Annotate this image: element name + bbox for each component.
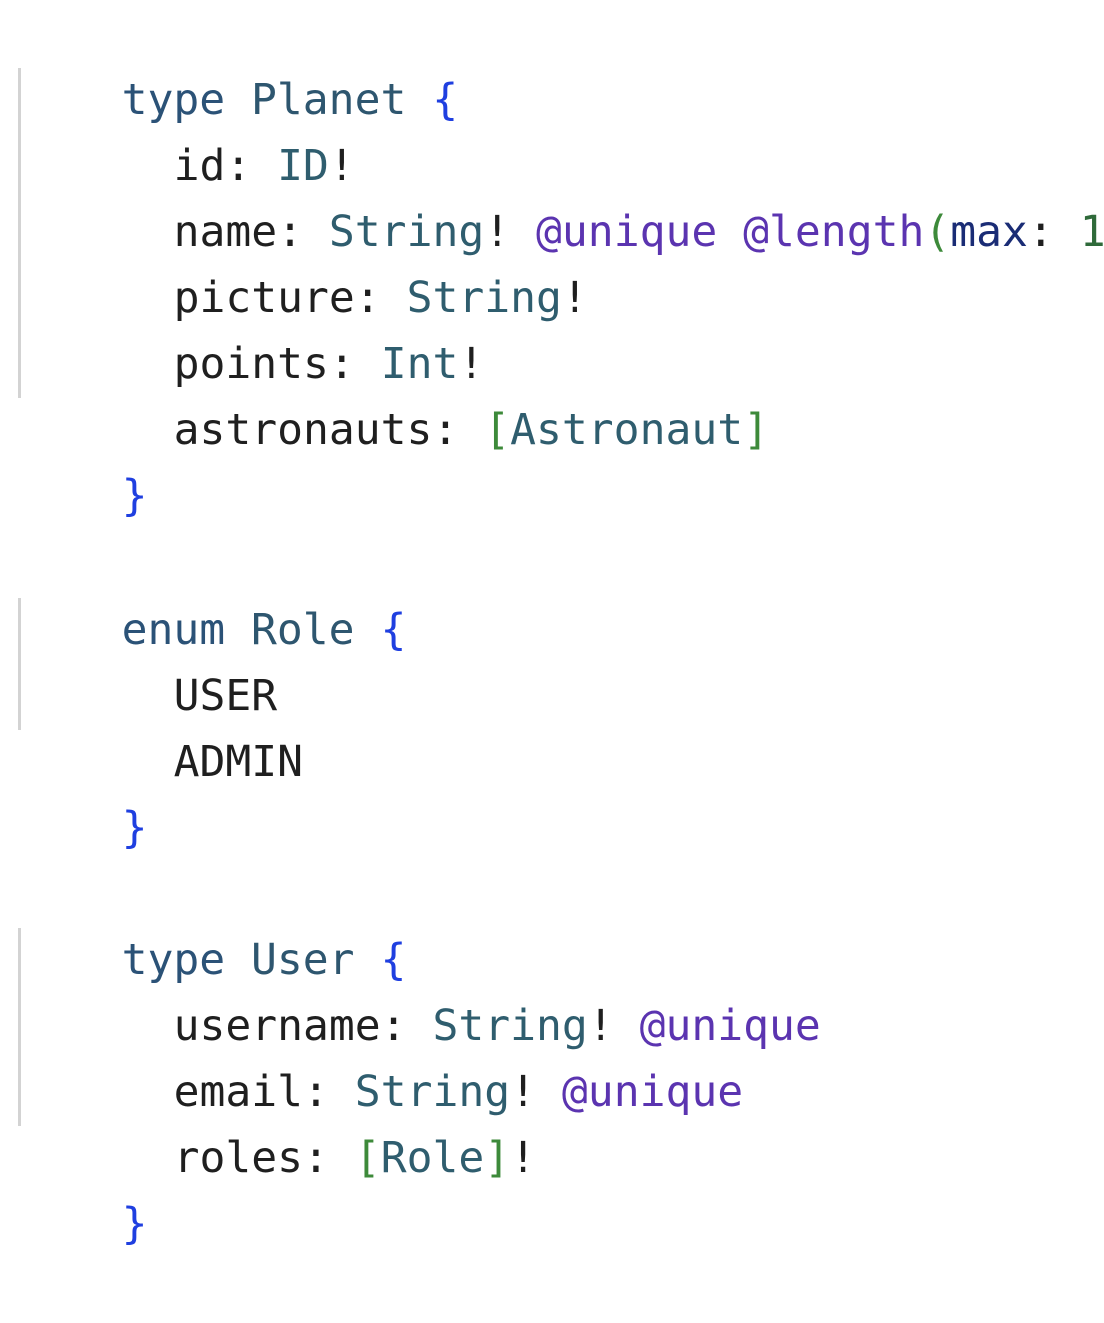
enum-value: ADMIN (173, 737, 304, 787)
list-bracket: [ (484, 405, 511, 455)
code-line: USER (70, 597, 278, 721)
field-type: Role (380, 1133, 485, 1183)
code-line: points: Int! (70, 265, 485, 389)
list-bracket: [ (354, 1133, 381, 1183)
code-line: email: String! @unique (70, 993, 744, 1117)
code-line: ADMIN (70, 663, 303, 787)
field-name: astronauts (173, 405, 433, 455)
code-line: name: String! @unique @length(max: 10) (70, 133, 1104, 257)
colon: : (432, 405, 459, 455)
code-line: type User { (18, 861, 407, 985)
close-brace: } (121, 1199, 148, 1249)
code-line: } (18, 729, 148, 853)
code-line: picture: String! (70, 199, 588, 323)
list-bracket: ] (484, 1133, 511, 1183)
close-brace: } (121, 471, 148, 521)
code-line: } (18, 397, 148, 521)
directive-arg: max (950, 207, 1028, 257)
field-type: Astronaut (510, 405, 744, 455)
list-bracket: ] (743, 405, 770, 455)
colon: : (303, 1133, 329, 1183)
colon: : (1027, 207, 1054, 257)
code-line: roles: [Role]! (70, 1059, 536, 1183)
code-line: } (18, 1125, 148, 1249)
code-line: astronauts: [Astronaut] (70, 331, 769, 455)
code-editor[interactable]: type Planet { id: ID! name: String! @uni… (0, 0, 1104, 1249)
code-line: username: String! @unique (70, 927, 821, 1051)
non-null-mark: ! (561, 273, 588, 323)
number-literal: 10 (1079, 207, 1104, 257)
field-name: roles (173, 1133, 304, 1183)
directive: @unique (561, 1067, 744, 1117)
paren: ( (924, 207, 951, 257)
open-brace: { (432, 75, 459, 125)
close-brace: } (121, 803, 148, 853)
non-null-mark: ! (510, 1133, 537, 1183)
code-line: id: ID! (70, 67, 355, 191)
open-brace: { (380, 605, 407, 655)
directive: @length (743, 207, 925, 257)
code-line: enum Role { (18, 531, 407, 655)
code-line: type Planet { (18, 1, 459, 125)
